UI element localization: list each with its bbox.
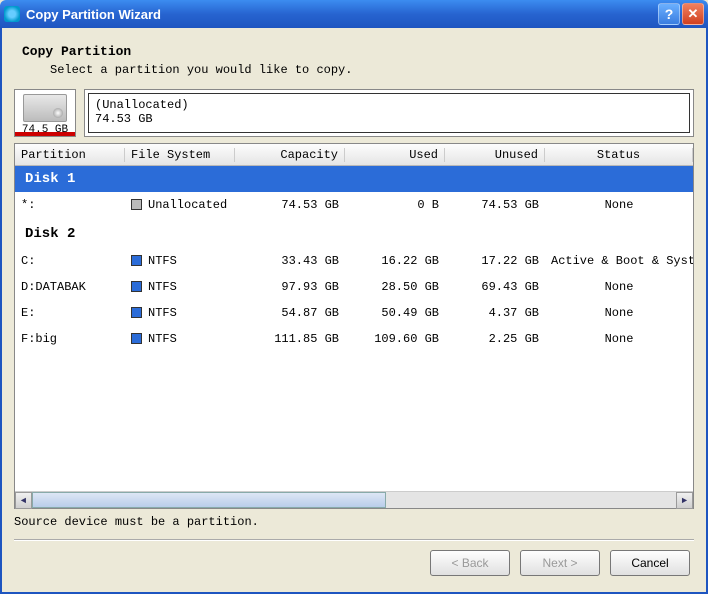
table-row[interactable]: E:NTFS54.87 GB50.49 GB4.37 GBNone [15, 300, 693, 326]
fs-swatch-icon [131, 307, 142, 318]
cell-partition: *: [15, 198, 125, 212]
cell-capacity: 54.87 GB [235, 306, 345, 320]
disk-bar-label: (Unallocated) [95, 98, 683, 112]
scroll-thumb[interactable] [32, 492, 386, 508]
col-used[interactable]: Used [345, 148, 445, 162]
cell-filesystem: NTFS [125, 332, 235, 346]
col-status[interactable]: Status [545, 148, 693, 162]
table-header: Partition File System Capacity Used Unus… [15, 144, 693, 166]
col-capacity[interactable]: Capacity [235, 148, 345, 162]
titlebar: Copy Partition Wizard ? ✕ [0, 0, 708, 28]
window-body: Copy Partition Select a partition you wo… [0, 28, 708, 594]
cell-capacity: 111.85 GB [235, 332, 345, 346]
fs-swatch-icon [131, 199, 142, 210]
cell-unused: 2.25 GB [445, 332, 545, 346]
page-subtitle: Select a partition you would like to cop… [50, 63, 686, 77]
table-row[interactable]: C:NTFS33.43 GB16.22 GB17.22 GBActive & B… [15, 248, 693, 274]
scroll-left-button[interactable]: ◄ [15, 492, 32, 509]
cell-filesystem: NTFS [125, 280, 235, 294]
disk-header[interactable]: Disk 2 [15, 218, 693, 248]
col-filesystem[interactable]: File System [125, 148, 235, 162]
cell-capacity: 97.93 GB [235, 280, 345, 294]
cell-filesystem: NTFS [125, 254, 235, 268]
page-title: Copy Partition [22, 44, 686, 59]
close-button[interactable]: ✕ [682, 3, 704, 25]
cell-used: 28.50 GB [345, 280, 445, 294]
col-unused[interactable]: Unused [445, 148, 545, 162]
fs-swatch-icon [131, 333, 142, 344]
cell-used: 50.49 GB [345, 306, 445, 320]
col-partition[interactable]: Partition [15, 148, 125, 162]
cell-status: None [545, 198, 693, 212]
next-button[interactable]: Next > [520, 550, 600, 576]
hdd-icon [23, 94, 67, 122]
disk-thumb[interactable]: 74.5 GB [14, 89, 76, 137]
table-row[interactable]: F:bigNTFS111.85 GB109.60 GB2.25 GBNone [15, 326, 693, 352]
cell-capacity: 33.43 GB [235, 254, 345, 268]
table-body: Disk 1*:Unallocated74.53 GB0 B74.53 GBNo… [15, 166, 693, 491]
wizard-header: Copy Partition Select a partition you wo… [14, 40, 694, 89]
wizard-buttons: < Back Next > Cancel [14, 550, 694, 580]
cell-unused: 69.43 GB [445, 280, 545, 294]
fs-swatch-icon [131, 281, 142, 292]
help-button[interactable]: ? [658, 3, 680, 25]
cell-capacity: 74.53 GB [235, 198, 345, 212]
scroll-right-button[interactable]: ► [676, 492, 693, 509]
table-row[interactable]: D:DATABAKNTFS97.93 GB28.50 GB69.43 GBNon… [15, 274, 693, 300]
separator [14, 539, 694, 540]
back-button[interactable]: < Back [430, 550, 510, 576]
disk-bar-size: 74.53 GB [95, 112, 683, 126]
cell-unused: 17.22 GB [445, 254, 545, 268]
fs-swatch-icon [131, 255, 142, 266]
disk-header[interactable]: Disk 1 [15, 166, 693, 192]
app-icon [4, 6, 20, 22]
cell-status: None [545, 280, 693, 294]
scroll-track[interactable] [32, 492, 676, 508]
cell-filesystem: Unallocated [125, 198, 235, 212]
disk-bar[interactable]: (Unallocated) 74.53 GB [84, 89, 694, 137]
hint-text: Source device must be a partition. [14, 515, 694, 529]
cell-unused: 4.37 GB [445, 306, 545, 320]
disk-map: 74.5 GB (Unallocated) 74.53 GB [14, 89, 694, 137]
partition-table: Partition File System Capacity Used Unus… [14, 143, 694, 509]
cell-partition: D:DATABAK [15, 280, 125, 294]
cell-used: 0 B [345, 198, 445, 212]
horizontal-scrollbar[interactable]: ◄ ► [15, 491, 693, 508]
cell-status: None [545, 332, 693, 346]
cell-status: Active & Boot & System [545, 254, 693, 268]
table-row[interactable]: *:Unallocated74.53 GB0 B74.53 GBNone [15, 192, 693, 218]
cell-partition: F:big [15, 332, 125, 346]
cell-partition: C: [15, 254, 125, 268]
window-title: Copy Partition Wizard [26, 7, 656, 22]
cancel-button[interactable]: Cancel [610, 550, 690, 576]
cell-unused: 74.53 GB [445, 198, 545, 212]
cell-filesystem: NTFS [125, 306, 235, 320]
cell-used: 16.22 GB [345, 254, 445, 268]
disk-thumb-usage-bar [15, 132, 75, 136]
cell-status: None [545, 306, 693, 320]
cell-used: 109.60 GB [345, 332, 445, 346]
cell-partition: E: [15, 306, 125, 320]
